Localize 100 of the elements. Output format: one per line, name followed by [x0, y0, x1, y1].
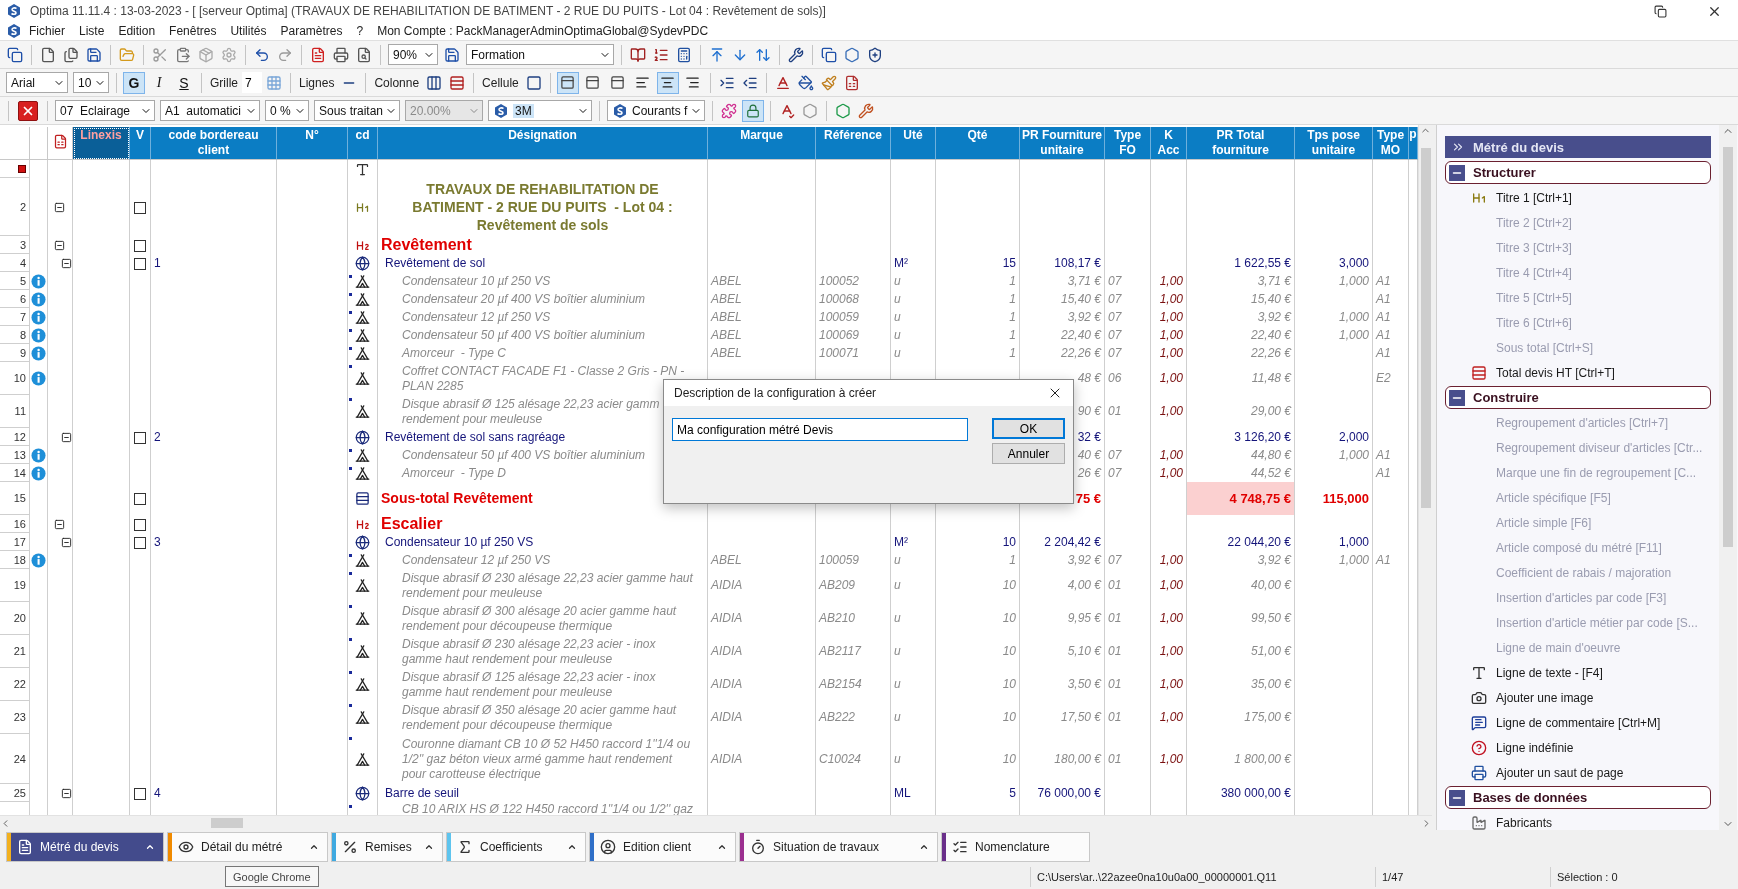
caret-icon[interactable]	[567, 842, 577, 852]
column-header[interactable]: PR Total fourniture	[1187, 127, 1295, 160]
panel-item[interactable]: Ligne indéfinie	[1445, 735, 1711, 760]
columns-icon[interactable]	[426, 74, 443, 91]
tools-icon[interactable]	[788, 46, 804, 63]
new-document-icon[interactable]	[40, 46, 56, 63]
menu-item[interactable]: Utilités	[223, 24, 274, 38]
section-header[interactable]: Structurer	[1445, 161, 1711, 184]
info-icon[interactable]	[31, 447, 46, 463]
underline-button[interactable]: S	[173, 71, 195, 94]
panel-item[interactable]: Titre 1 [Ctrl+1]	[1445, 185, 1711, 210]
column-header[interactable]: PR Fourniture unitaire	[1020, 127, 1105, 160]
hexagon-icon[interactable]	[844, 46, 860, 63]
column-header[interactable]: N°	[277, 127, 348, 160]
info-icon[interactable]	[31, 552, 46, 568]
menu-item[interactable]: Paramètres	[273, 24, 350, 38]
app-logo-icon[interactable]	[6, 23, 22, 39]
column-header[interactable]: Tps pose unitaire	[1295, 127, 1373, 160]
scrollbar-thumb[interactable]	[211, 818, 243, 828]
save-icon[interactable]	[444, 46, 460, 63]
bold-button[interactable]: G	[123, 71, 145, 94]
align-button[interactable]	[656, 71, 679, 94]
panel-item[interactable]: Ligne de commentaire [Ctrl+M]	[1445, 710, 1711, 735]
discount-select[interactable]: 0 %	[265, 100, 309, 121]
panel-item[interactable]: Fabricants	[1445, 810, 1711, 830]
column-header[interactable]: Qté	[936, 127, 1020, 160]
grid-field[interactable]: 7	[242, 72, 262, 93]
menu-item[interactable]: Fichier	[22, 24, 72, 38]
save-icon[interactable]	[86, 46, 102, 63]
vertical-scrollbar[interactable]	[1719, 125, 1737, 830]
caret-icon[interactable]	[309, 842, 319, 852]
checkbox[interactable]	[134, 536, 146, 549]
scrollbar-thumb[interactable]	[1420, 148, 1431, 508]
caret-icon[interactable]	[424, 842, 434, 852]
zoom-select[interactable]: 90%	[388, 44, 438, 65]
hexagon-icon[interactable]	[802, 102, 818, 119]
panel-item[interactable]: Ligne de texte - [F4]	[1445, 660, 1711, 685]
ok-button[interactable]: OK	[992, 418, 1065, 439]
column-header[interactable]: Type MO	[1373, 127, 1409, 160]
shield-plus-icon[interactable]	[867, 46, 883, 63]
collapse-icon[interactable]	[1449, 789, 1465, 806]
caret-icon[interactable]	[717, 842, 727, 852]
collapse-icon[interactable]	[61, 432, 72, 444]
sheet-icon[interactable]	[52, 134, 68, 149]
border-button[interactable]	[556, 71, 579, 94]
info-icon[interactable]	[31, 345, 46, 361]
sheet-icon[interactable]	[843, 74, 860, 91]
caret-icon[interactable]	[919, 842, 929, 852]
menu-item[interactable]: Fenêtres	[162, 24, 224, 38]
checkbox[interactable]	[134, 239, 146, 252]
profile-select[interactable]: Formation	[466, 44, 614, 65]
panel-item[interactable]: Total devis HT [Ctrl+T]	[1445, 360, 1711, 385]
lock-button[interactable]	[742, 99, 764, 122]
panel-item[interactable]: Ajouter une image	[1445, 685, 1711, 710]
documents-icon[interactable]	[63, 46, 79, 63]
column-header[interactable]: K Acc	[1151, 127, 1187, 160]
bottom-tab[interactable]: Métré du devis	[6, 832, 164, 862]
chevrons-right-icon[interactable]	[1451, 140, 1465, 154]
info-icon[interactable]	[31, 327, 46, 343]
fill-color-icon[interactable]	[797, 74, 814, 91]
restore-icon[interactable]	[1654, 4, 1667, 18]
collapse-icon[interactable]	[54, 519, 65, 531]
cell-icon[interactable]	[525, 74, 542, 91]
book-icon[interactable]	[630, 46, 646, 63]
collapse-icon[interactable]	[54, 240, 65, 252]
bottom-tab[interactable]: Coefficients	[446, 832, 586, 862]
menu-item[interactable]: ?	[349, 24, 371, 38]
column-header[interactable]: Référence	[816, 127, 891, 160]
subcontract-select[interactable]: Sous traitan	[314, 100, 400, 121]
up-down-arrow-icon[interactable]	[755, 46, 771, 63]
checkbox[interactable]	[134, 518, 146, 531]
collapse-icon[interactable]	[1449, 164, 1465, 181]
bottom-tab[interactable]: Remises	[331, 832, 443, 862]
spell-check-icon[interactable]	[779, 102, 795, 119]
info-icon[interactable]	[31, 291, 46, 307]
scissors-icon[interactable]	[152, 46, 168, 63]
bottom-tab[interactable]: Situation de travaux	[739, 832, 938, 862]
font-size-select[interactable]: 10	[73, 72, 109, 93]
lot-select[interactable]: 07 Eclairage	[55, 100, 155, 121]
collapse-icon[interactable]	[61, 258, 72, 270]
category-select[interactable]: Courants f	[607, 100, 705, 121]
column-header[interactable]: Type FO	[1105, 127, 1151, 160]
collapse-icon[interactable]	[1449, 389, 1465, 406]
description-field[interactable]: Ma configuration métré Devis	[672, 418, 968, 441]
checkbox[interactable]	[134, 787, 146, 800]
clipboard-icon[interactable]	[175, 46, 191, 63]
windows-icon[interactable]	[7, 46, 23, 63]
puzzle-icon[interactable]	[721, 102, 737, 119]
bottom-tab[interactable]: Détail du métré	[167, 832, 328, 862]
vertical-scrollbar[interactable]	[1418, 125, 1432, 815]
bottom-tab[interactable]: Nomenclature	[941, 832, 1090, 862]
collapse-icon[interactable]	[54, 202, 65, 214]
checkbox[interactable]	[134, 493, 146, 506]
move-top-icon[interactable]	[709, 46, 725, 63]
checkbox[interactable]	[134, 431, 146, 444]
hexagon-icon[interactable]	[835, 102, 851, 119]
info-icon[interactable]	[31, 273, 46, 289]
text-color-icon[interactable]	[774, 74, 791, 91]
preview-icon[interactable]	[356, 46, 372, 63]
supplier-select[interactable]: 3M	[488, 100, 592, 121]
